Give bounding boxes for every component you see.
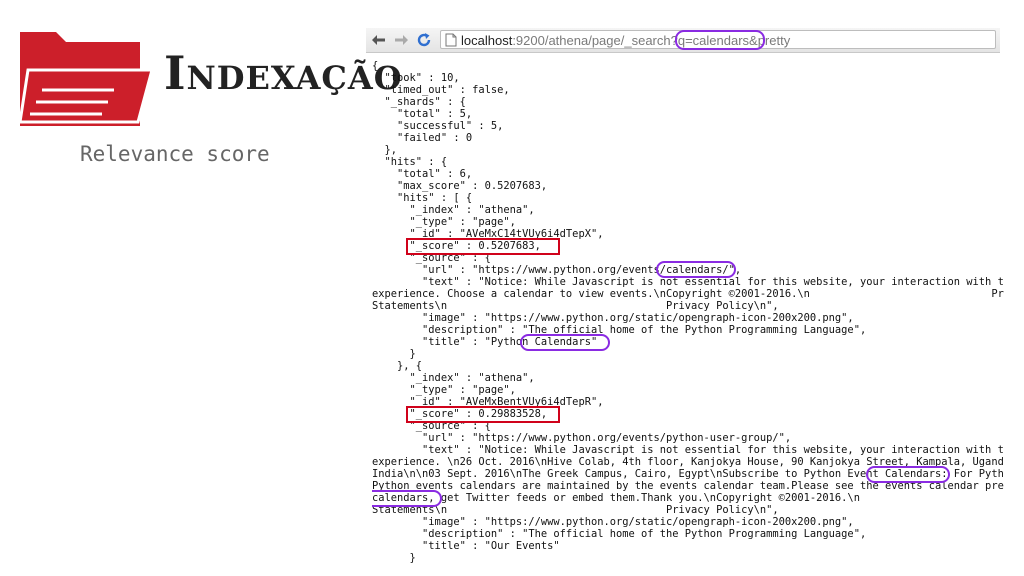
- json-line: "total" : 5,: [372, 108, 473, 120]
- json-line: "_index" : "athena",: [372, 204, 535, 216]
- json-line: },: [372, 144, 398, 156]
- back-arrow-icon[interactable]: [370, 31, 388, 49]
- json-line: }: [372, 348, 416, 360]
- json-line: "_shards" : {: [372, 96, 466, 108]
- json-line: "max_score" : 0.5207683,: [372, 180, 548, 192]
- json-line: }: [372, 552, 416, 564]
- url-query-highlight: [675, 30, 765, 50]
- json-line: "_type" : "page",: [372, 384, 516, 396]
- json-line: {: [372, 60, 379, 72]
- json-line: "successful" : 5,: [372, 120, 504, 132]
- json-line: "url" : "https://www.python.org/events/p…: [372, 432, 792, 444]
- json-line: experience. Choose a calendar to view ev…: [372, 288, 1004, 300]
- folder-icon: [18, 32, 154, 126]
- json-line: "image" : "https://www.python.org/static…: [372, 312, 854, 324]
- json-line: "_type" : "page",: [372, 216, 516, 228]
- json-line: "description" : "The official home of th…: [372, 324, 867, 336]
- forward-arrow-icon[interactable]: [392, 31, 410, 49]
- json-line: "text" : "Notice: While Javascript is no…: [422, 444, 1004, 456]
- json-line: "total" : 6,: [372, 168, 473, 180]
- calendars-text-highlight: [372, 490, 442, 507]
- json-line: "description" : "The official home of th…: [372, 528, 867, 540]
- json-line: "took" : 10,: [372, 72, 460, 84]
- json-line: "image" : "https://www.python.org/static…: [372, 516, 854, 528]
- url-host: localhost: [461, 33, 513, 48]
- json-line: calendars, get Twitter feeds or embed th…: [372, 492, 860, 504]
- json-line: Statements\n Privacy Policy\n",: [372, 300, 779, 312]
- slide-title: Indexação: [164, 46, 403, 100]
- calendars-text-highlight: [866, 466, 950, 483]
- json-line: "title" : "Our Events": [372, 540, 560, 552]
- json-line: "hits" : {: [372, 156, 448, 168]
- json-response: { "took" : 10, "timed_out" : false, "_sh…: [372, 60, 1004, 576]
- json-line: }, {: [372, 360, 423, 372]
- page-icon: [445, 33, 457, 47]
- slide-subtitle: Relevance score: [80, 142, 270, 166]
- json-line: "timed_out" : false,: [372, 84, 510, 96]
- reload-icon[interactable]: [415, 31, 433, 49]
- browser-toolbar: localhost:9200/athena/page/_search?q=cal…: [366, 28, 1000, 53]
- calendars-title-highlight: [520, 334, 610, 351]
- json-line: "failed" : 0: [372, 132, 473, 144]
- score-highlight: [406, 238, 560, 255]
- score-highlight: [406, 406, 560, 423]
- json-line: "_index" : "athena",: [372, 372, 535, 384]
- json-line: "hits" : [ {: [372, 192, 473, 204]
- calendars-url-highlight: [656, 261, 736, 278]
